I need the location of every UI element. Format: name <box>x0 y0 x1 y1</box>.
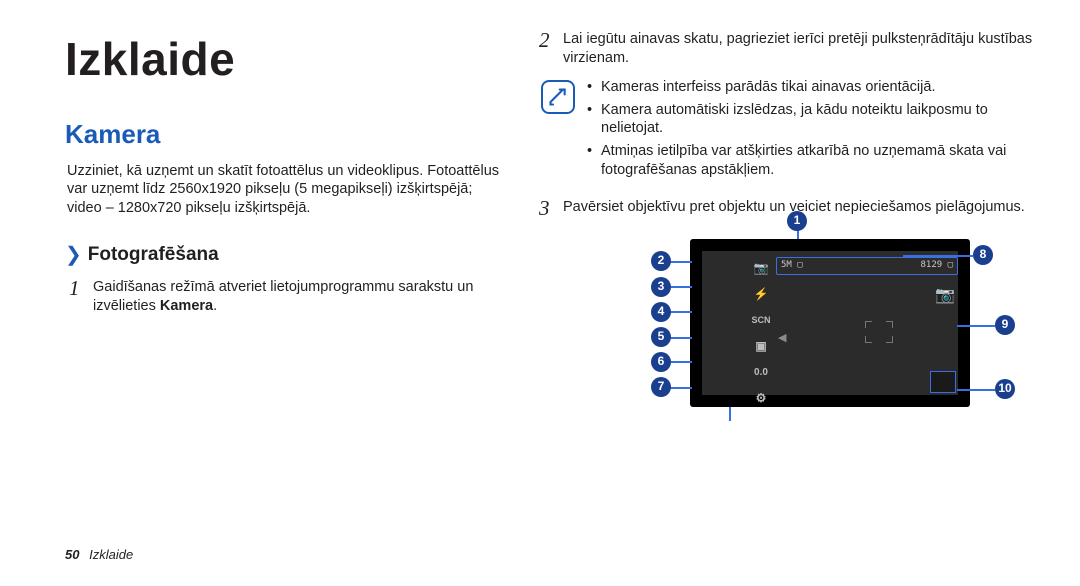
note-item: Atmiņas ietilpība var atšķirties atkarīb… <box>587 142 1035 180</box>
camera-top-bar: 5M ▢ 8129 ▢ <box>776 257 958 275</box>
step1-text-a: Gaidīšanas režīmā atveriet lietojumprogr… <box>93 279 473 314</box>
step-number: 2 <box>539 30 553 68</box>
focus-indicator <box>865 321 893 343</box>
step-body: Lai iegūtu ainavas skatu, pagrieziet ier… <box>563 30 1035 68</box>
section-name: Izklaide <box>89 547 133 562</box>
step-number: 3 <box>539 198 553 219</box>
shots-remaining: 8129 ▢ <box>920 260 953 272</box>
settings-icon: ⚙ <box>750 389 772 409</box>
callout-2: 2 <box>651 251 671 271</box>
note-icon <box>541 80 575 114</box>
callout-4: 4 <box>651 302 671 322</box>
note-list: Kameras interfeiss parādās tikai ainavas… <box>587 78 1035 184</box>
callout-6: 6 <box>651 352 671 372</box>
step-1: 1 Gaidīšanas režīmā atveriet lietojumpro… <box>65 278 500 316</box>
callout-5: 5 <box>651 327 671 347</box>
note-item: Kameras interfeiss parādās tikai ainavas… <box>587 78 1035 97</box>
step1-text-b: Kamera <box>160 298 213 314</box>
page-footer: 50 Izklaide <box>65 547 133 564</box>
camera-left-toolbar: 📷 ⚡ SCN ▣ 0.0 ⚙ <box>750 259 772 409</box>
expand-arrow-icon: ◀ <box>778 331 786 345</box>
gallery-thumbnail <box>930 371 956 393</box>
resolution-indicator: 5M ▢ <box>781 260 803 272</box>
camera-screen: 5M ▢ 8129 ▢ 📷 ⚡ SCN ▣ 0.0 ⚙ ◀ 📷 <box>690 239 970 407</box>
chevron-right-icon: ❯ <box>65 242 82 268</box>
intro-text: Uzziniet, kā uzņemt un skatīt fotoattēlu… <box>65 162 500 219</box>
sub-heading: Fotografēšana <box>88 243 219 268</box>
note-block: Kameras interfeiss parādās tikai ainavas… <box>541 78 1035 184</box>
callout-1: 1 <box>787 211 807 231</box>
callout-3: 3 <box>651 277 671 297</box>
exposure-mode-icon: ▣ <box>750 337 772 357</box>
shutter-icon: 📷 <box>934 285 956 307</box>
section-heading: Kamera <box>65 118 500 152</box>
flash-icon: ⚡ <box>750 285 772 305</box>
scene-icon: SCN <box>750 311 772 331</box>
callout-10: 10 <box>995 379 1015 399</box>
step-body: Gaidīšanas režīmā atveriet lietojumprogr… <box>93 278 500 316</box>
callout-8: 8 <box>973 245 993 265</box>
ev-value: 0.0 <box>750 363 772 383</box>
callout-9: 9 <box>995 315 1015 335</box>
step-2: 2 Lai iegūtu ainavas skatu, pagrieziet i… <box>535 30 1035 68</box>
page-number: 50 <box>65 547 79 562</box>
step1-text-c: . <box>213 298 217 314</box>
step-number: 1 <box>69 278 83 316</box>
callout-7: 7 <box>651 377 671 397</box>
page-title: Izklaide <box>65 30 500 90</box>
note-item: Kamera automātiski izslēdzas, ja kādu no… <box>587 101 1035 139</box>
camera-mode-icon: 📷 <box>750 259 772 279</box>
step-3: 3 Pavērsiet objektīvu pret objektu un ve… <box>535 198 1035 219</box>
camera-preview-diagram: 5M ▢ 8129 ▢ 📷 ⚡ SCN ▣ 0.0 ⚙ ◀ 📷 <box>635 229 1035 434</box>
